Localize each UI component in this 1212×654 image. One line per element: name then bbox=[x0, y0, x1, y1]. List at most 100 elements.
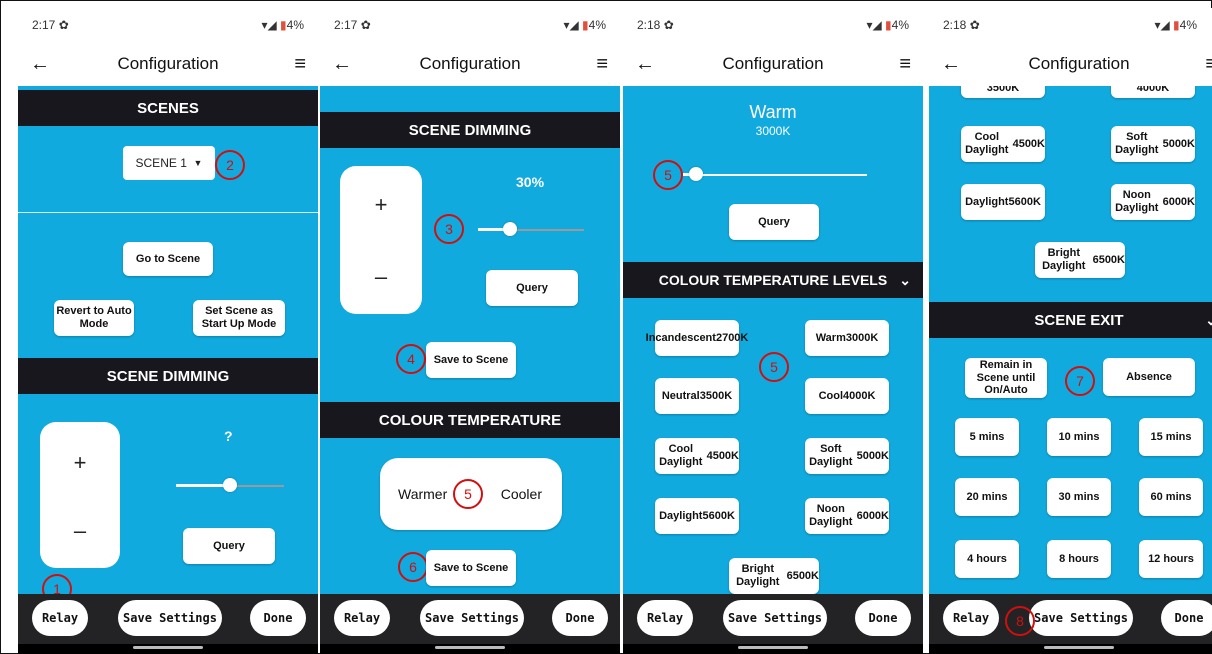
dimming-level: ? bbox=[224, 428, 233, 444]
relay-button[interactable]: Relay bbox=[32, 600, 88, 636]
exit-4-hours-button[interactable]: 4 hours bbox=[955, 540, 1019, 578]
section-title: SCENE EXIT bbox=[1034, 311, 1124, 329]
back-arrow-icon[interactable]: ← bbox=[332, 53, 362, 76]
scroll-content[interactable]: SCENES SCENE 1 ▼ 2 Go to Scene Revert to… bbox=[18, 86, 318, 594]
level-incandescent-button[interactable]: Incandescent 2700K bbox=[646, 320, 748, 356]
save-to-scene-button[interactable]: Save to Scene bbox=[426, 342, 516, 378]
section-header-colour-temperature: COLOUR TEMPERATURE bbox=[320, 402, 620, 438]
dim-down-icon[interactable]: – bbox=[40, 518, 120, 544]
level-daylight-button[interactable]: Daylight 5600K bbox=[961, 184, 1045, 220]
level-cool-daylight-button[interactable]: Cool Daylight 4500K bbox=[655, 438, 739, 474]
slider-thumb[interactable] bbox=[223, 478, 237, 492]
page-title: Configuration bbox=[117, 54, 219, 73]
chevron-down-icon[interactable]: ⌄ bbox=[1205, 312, 1212, 329]
dim-down-icon[interactable]: – bbox=[340, 264, 422, 290]
back-arrow-icon[interactable]: ← bbox=[635, 53, 665, 76]
back-arrow-icon[interactable]: ← bbox=[941, 53, 971, 76]
exit-60-mins-button[interactable]: 60 mins bbox=[1139, 478, 1203, 516]
slider-thumb[interactable] bbox=[689, 167, 703, 181]
remain-in-scene-button[interactable]: Remain in Scene until On/Auto bbox=[965, 358, 1047, 398]
divider bbox=[18, 212, 318, 213]
save-settings-button[interactable]: Save Settings bbox=[723, 600, 827, 636]
annotation-marker-7: 7 bbox=[1065, 366, 1095, 396]
slider-track bbox=[695, 174, 867, 176]
exit-15-mins-button[interactable]: 15 mins bbox=[1139, 418, 1203, 456]
level-cool-button[interactable]: 4000K bbox=[1111, 86, 1195, 98]
save-settings-button[interactable]: Save Settings bbox=[1029, 600, 1133, 636]
relay-button[interactable]: Relay bbox=[943, 600, 999, 636]
back-arrow-icon[interactable]: ← bbox=[30, 53, 60, 76]
level-bright-daylight-button[interactable]: Bright Daylight 6500K bbox=[1035, 242, 1125, 278]
dropdown-arrow-icon: ▼ bbox=[193, 158, 203, 168]
page-title: Configuration bbox=[419, 54, 521, 73]
exit-30-mins-button[interactable]: 30 mins bbox=[1047, 478, 1111, 516]
level-soft-daylight-button[interactable]: Soft Daylight 5000K bbox=[805, 438, 889, 474]
set-startup-mode-button[interactable]: Set Scene as Start Up Mode bbox=[193, 300, 285, 336]
done-button[interactable]: Done bbox=[250, 600, 306, 636]
clock: 2:18 bbox=[637, 18, 661, 32]
query-button[interactable]: Query bbox=[183, 528, 275, 564]
dim-up-icon[interactable]: + bbox=[40, 450, 120, 476]
page-title: Configuration bbox=[722, 54, 824, 73]
annotation-marker-8: 8 bbox=[1005, 606, 1035, 636]
scroll-content[interactable]: 3500K 4000K Cool Daylight 4500K Soft Dayl… bbox=[929, 86, 1212, 594]
hamburger-menu-icon[interactable]: ≡ bbox=[881, 53, 911, 76]
battery-icon: ▮ bbox=[1173, 18, 1180, 32]
dim-up-icon[interactable]: + bbox=[340, 192, 422, 218]
chevron-down-icon[interactable]: ⌄ bbox=[899, 272, 911, 289]
section-header-colour-temperature-levels[interactable]: COLOUR TEMPERATURE LEVELS ⌄ bbox=[623, 262, 923, 298]
level-neutral-button[interactable]: 3500K bbox=[961, 86, 1045, 98]
section-header-scene-dimming: SCENE DIMMING bbox=[18, 358, 318, 394]
cooler-label[interactable]: Cooler bbox=[501, 486, 542, 502]
dimmer-pad[interactable]: + – bbox=[340, 166, 422, 314]
clock: 2:17 bbox=[334, 18, 358, 32]
exit-12-hours-button[interactable]: 12 hours bbox=[1139, 540, 1203, 578]
signal-icon: ▾◢ bbox=[1154, 18, 1170, 32]
page-title: Configuration bbox=[1028, 54, 1130, 73]
level-neutral-button[interactable]: Neutral 3500K bbox=[655, 378, 739, 414]
exit-5-mins-button[interactable]: 5 mins bbox=[955, 418, 1019, 456]
level-noon-daylight-button[interactable]: Noon Daylight 6000K bbox=[1111, 184, 1195, 220]
section-header-scene-exit[interactable]: SCENE EXIT ⌄ bbox=[929, 302, 1212, 338]
battery-level: 4% bbox=[588, 18, 606, 32]
go-to-scene-button[interactable]: Go to Scene bbox=[123, 242, 213, 276]
settings-icon: ✿ bbox=[969, 18, 980, 32]
level-warm-button[interactable]: Warm 3000K bbox=[805, 320, 889, 356]
save-to-scene-button[interactable]: Save to Scene bbox=[426, 550, 516, 586]
scroll-content[interactable]: Warm 3000K 5 Query COLOUR TEMPERATURE LE… bbox=[623, 86, 923, 594]
annotation-marker-3: 3 bbox=[434, 214, 464, 244]
absence-button[interactable]: Absence bbox=[1103, 358, 1195, 396]
phone-screen-1: 2:17 ✿ ▾◢ ▮4% ← Configuration ≡ SCENES S… bbox=[18, 8, 318, 654]
query-button[interactable]: Query bbox=[729, 204, 819, 240]
level-soft-daylight-button[interactable]: Soft Daylight 5000K bbox=[1111, 126, 1195, 162]
exit-8-hours-button[interactable]: 8 hours bbox=[1047, 540, 1111, 578]
battery-icon: ▮ bbox=[280, 18, 287, 32]
app-bar: ← Configuration ≡ bbox=[18, 42, 318, 86]
level-cool-button[interactable]: Cool 4000K bbox=[805, 378, 889, 414]
exit-20-mins-button[interactable]: 20 mins bbox=[955, 478, 1019, 516]
relay-button[interactable]: Relay bbox=[637, 600, 693, 636]
dimmer-pad[interactable]: + – bbox=[40, 422, 120, 568]
level-noon-daylight-button[interactable]: Noon Daylight 6000K bbox=[805, 498, 889, 534]
exit-10-mins-button[interactable]: 10 mins bbox=[1047, 418, 1111, 456]
warmer-label[interactable]: Warmer bbox=[398, 486, 447, 502]
hamburger-menu-icon[interactable]: ≡ bbox=[276, 53, 306, 76]
hamburger-menu-icon[interactable]: ≡ bbox=[578, 53, 608, 76]
level-bright-daylight-button[interactable]: Bright Daylight 6500K bbox=[729, 558, 819, 594]
save-settings-button[interactable]: Save Settings bbox=[420, 600, 524, 636]
scene-dropdown[interactable]: SCENE 1 ▼ bbox=[123, 146, 215, 180]
relay-button[interactable]: Relay bbox=[334, 600, 390, 636]
done-button[interactable]: Done bbox=[855, 600, 911, 636]
done-button[interactable]: Done bbox=[552, 600, 608, 636]
revert-to-auto-button[interactable]: Revert to Auto Mode bbox=[54, 300, 134, 336]
save-settings-button[interactable]: Save Settings bbox=[118, 600, 222, 636]
slider-thumb[interactable] bbox=[503, 222, 517, 236]
done-button[interactable]: Done bbox=[1161, 600, 1212, 636]
query-button[interactable]: Query bbox=[486, 270, 578, 306]
hamburger-menu-icon[interactable]: ≡ bbox=[1187, 53, 1212, 76]
scroll-content[interactable]: SCENE DIMMING + – 30% 3 Query 4 Save to … bbox=[320, 86, 620, 594]
dimming-level: 30% bbox=[516, 174, 545, 190]
level-cool-daylight-button[interactable]: Cool Daylight 4500K bbox=[961, 126, 1045, 162]
battery-icon: ▮ bbox=[582, 18, 589, 32]
level-daylight-button[interactable]: Daylight 5600K bbox=[655, 498, 739, 534]
